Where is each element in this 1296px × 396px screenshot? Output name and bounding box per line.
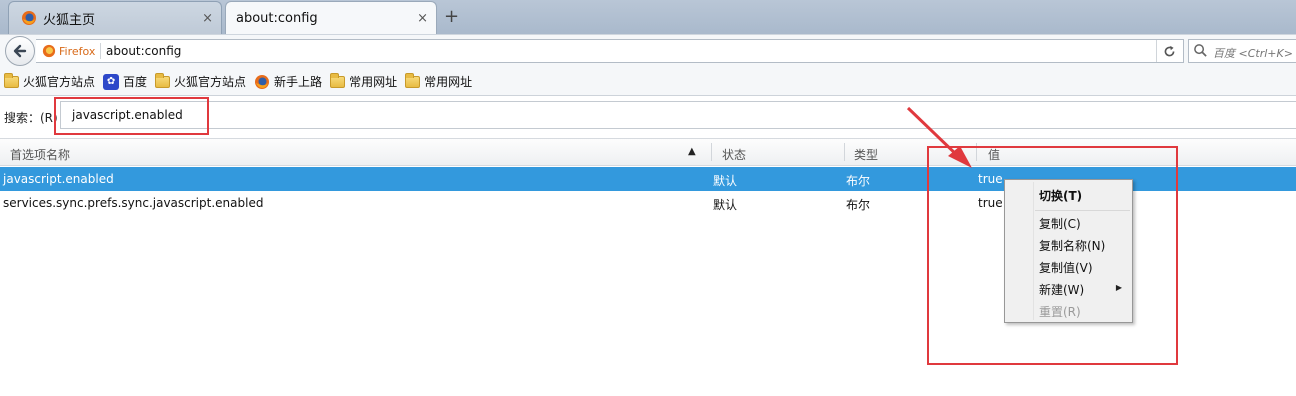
url-text[interactable]: about:config [106,44,181,58]
bookmark-item[interactable]: 常用网址 [330,72,397,92]
bookmark-item[interactable]: 火狐官方站点 [4,72,95,92]
firefox-icon [42,44,56,58]
tab-close-icon[interactable]: × [202,11,213,26]
search-icon [1194,44,1207,57]
pref-status: 默认 [713,198,738,212]
search-label: 搜索：(R) [4,111,58,125]
tab-close-icon[interactable]: × [417,11,428,26]
column-divider[interactable] [711,143,712,161]
search-placeholder: 百度 <Ctrl+K> [1213,47,1293,60]
column-header-type[interactable]: 类型 [854,146,878,163]
navigation-bar: Firefox about:config 百度 <Ctrl+K> [0,34,1296,68]
pref-type: 布尔 [846,174,871,188]
identity-box[interactable]: Firefox [42,44,95,58]
bookmark-item[interactable]: 常用网址 [405,72,472,92]
firefox-icon [22,11,36,25]
folder-icon [330,72,346,88]
bookmark-label: 火狐官方站点 [174,75,247,89]
folder-icon [4,72,19,88]
bookmark-label: 常用网址 [349,75,398,89]
pref-status: 默认 [713,174,738,188]
tab-label: about:config [236,10,318,26]
tab-label: 火狐主页 [43,12,96,28]
reload-icon [1164,45,1175,56]
column-header-name[interactable]: 首选项名称 [10,146,70,163]
column-divider[interactable] [844,143,845,161]
folder-icon [155,72,171,88]
bookmark-item[interactable]: ✿ 百度 [103,72,147,92]
back-arrow-icon [13,44,27,58]
bookmark-label: 新手上路 [274,75,323,89]
bookmark-label: 常用网址 [424,75,473,89]
back-button[interactable] [5,36,35,66]
new-tab-button[interactable]: + [444,6,459,27]
sort-ascending-icon: ▲ [688,146,696,157]
tab-about-config[interactable]: about:config × [225,1,437,34]
config-search-input[interactable]: javascript.enabled [60,101,1296,129]
bookmark-item[interactable]: 火狐官方站点 [155,72,246,92]
pref-name: javascript.enabled [3,172,114,186]
search-box[interactable]: 百度 <Ctrl+K> [1188,39,1296,63]
bookmark-label: 火狐官方站点 [23,75,96,89]
column-header-status[interactable]: 状态 [722,146,746,163]
tab-strip: 火狐主页 × about:config × + [0,0,1296,34]
annotation-arrow-icon [906,106,972,168]
firefox-icon [255,74,270,89]
folder-icon [405,72,421,88]
url-bar[interactable]: Firefox about:config [36,39,1184,63]
pref-name: services.sync.prefs.sync.javascript.enab… [3,196,264,210]
bookmark-label: 百度 [123,75,148,89]
tab-firefox-home[interactable]: 火狐主页 × [8,1,222,34]
bookmark-item[interactable]: 新手上路 [254,72,322,92]
reload-button[interactable] [1156,40,1182,62]
bookmarks-toolbar: 火狐官方站点 ✿ 百度 火狐官方站点 新手上路 常用网址 常用网址 [0,68,1296,96]
url-divider [100,43,101,59]
identity-label: Firefox [59,44,96,58]
baidu-paw-icon: ✿ [103,73,120,90]
pref-type: 布尔 [846,198,871,212]
annotation-highlight-box [54,97,209,135]
